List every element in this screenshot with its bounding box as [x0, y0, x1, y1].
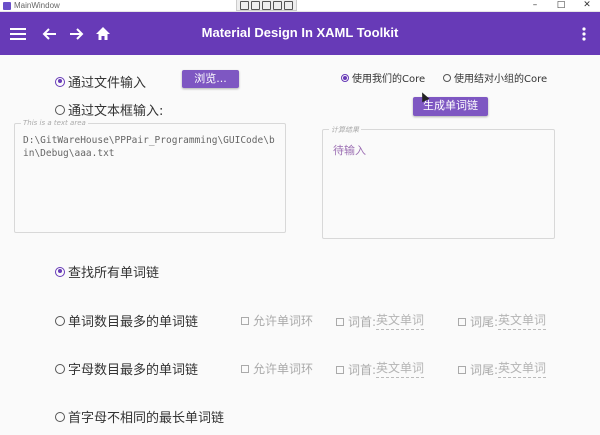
- window-controls: – □ ✕: [522, 0, 600, 11]
- mode-unique-head-radio[interactable]: 首字母不相同的最长单词链: [55, 407, 224, 426]
- tail-word-input[interactable]: 英文单词: [498, 311, 547, 330]
- checkbox-icon[interactable]: [336, 318, 344, 326]
- textarea-hint: This is a text area: [21, 119, 88, 127]
- most-words-head-field[interactable]: 词首: 英文单词: [336, 311, 425, 330]
- checkbox-icon: [241, 316, 249, 325]
- app-icon: [3, 2, 11, 10]
- radio-unchecked-icon: [443, 73, 451, 82]
- mode-most-letters-label: 字母数目最多的单词链: [68, 363, 199, 378]
- radio-checked-icon: [55, 76, 65, 87]
- hot-reload-icon[interactable]: [284, 1, 293, 10]
- result-placeholder: 待输入: [333, 144, 366, 157]
- our-core-label: 使用我们的Core: [352, 74, 426, 85]
- most-words-tail-field[interactable]: 词尾: 英文单词: [458, 311, 547, 330]
- select-element-icon[interactable]: [240, 1, 249, 10]
- partner-core-radio[interactable]: 使用结对小组的Core: [443, 70, 547, 85]
- radio-unchecked-icon: [55, 104, 65, 115]
- mode-unique-head-label: 首字母不相同的最长单词链: [68, 411, 225, 426]
- mode-most-letters-radio[interactable]: 字母数目最多的单词链: [55, 359, 198, 378]
- checkbox-icon: [241, 364, 249, 373]
- track-focus-icon[interactable]: [273, 1, 282, 10]
- allow-loop-label: 允许单词环: [253, 314, 314, 328]
- text-input-label: 通过文本框输入:: [68, 104, 164, 119]
- file-input-radio[interactable]: 通过文件输入: [55, 72, 146, 91]
- mode-all-chains-radio[interactable]: 查找所有单词链: [55, 262, 159, 281]
- close-button[interactable]: ✕: [574, 0, 600, 11]
- minimize-button[interactable]: –: [522, 0, 548, 11]
- head-word-input[interactable]: 英文单词: [376, 311, 425, 330]
- radio-checked-icon: [341, 73, 349, 82]
- result-textarea[interactable]: 计算结果 待输入: [322, 125, 555, 239]
- head-word-input[interactable]: 英文单词: [376, 359, 425, 378]
- camera-icon[interactable]: [262, 1, 271, 10]
- window-title: MainWindow: [14, 1, 60, 10]
- head-label: 词首:: [348, 363, 377, 377]
- head-label: 词首:: [348, 315, 377, 329]
- text-input-radio[interactable]: 通过文本框输入:: [55, 100, 163, 119]
- mode-most-words-radio[interactable]: 单词数目最多的单词链: [55, 311, 198, 330]
- our-core-radio[interactable]: 使用我们的Core: [341, 70, 425, 85]
- mode-all-chains-label: 查找所有单词链: [68, 266, 160, 281]
- mode-most-words-label: 单词数目最多的单词链: [68, 315, 199, 330]
- radio-unchecked-icon: [55, 315, 65, 326]
- maximize-button[interactable]: □: [548, 0, 574, 11]
- tail-word-input[interactable]: 英文单词: [498, 359, 547, 378]
- checkbox-icon[interactable]: [336, 366, 344, 374]
- input-textarea[interactable]: This is a text area D:\GitWareHouse\PPPa…: [14, 119, 286, 233]
- app-title: Material Design In XAML Toolkit: [201, 25, 399, 40]
- more-vert-icon[interactable]: [574, 24, 594, 44]
- radio-checked-icon: [55, 266, 65, 277]
- checkbox-icon[interactable]: [458, 318, 466, 326]
- layout-adorner-icon[interactable]: [251, 1, 260, 10]
- file-input-label: 通过文件输入: [68, 76, 147, 91]
- partner-core-label: 使用结对小组的Core: [454, 74, 548, 85]
- radio-unchecked-icon: [55, 411, 65, 422]
- most-letters-allow-loop-checkbox[interactable]: 允许单词环: [241, 360, 313, 377]
- radio-unchecked-icon: [55, 363, 65, 374]
- most-letters-head-field[interactable]: 词首: 英文单词: [336, 359, 425, 378]
- most-letters-tail-field[interactable]: 词尾: 英文单词: [458, 359, 547, 378]
- tail-label: 词尾:: [470, 363, 499, 377]
- checkbox-icon[interactable]: [458, 366, 466, 374]
- window-titlebar: MainWindow – □ ✕: [0, 0, 600, 12]
- tail-label: 词尾:: [470, 315, 499, 329]
- browse-button[interactable]: 浏览...: [182, 70, 239, 88]
- debug-toolbar: [236, 0, 297, 11]
- most-words-allow-loop-checkbox[interactable]: 允许单词环: [241, 312, 313, 329]
- result-hint: 计算结果: [329, 125, 361, 135]
- textarea-value: D:\GitWareHouse\PPPair_Programming\GUICo…: [23, 135, 275, 159]
- app-bar: Material Design In XAML Toolkit: [0, 12, 600, 55]
- allow-loop-label: 允许单词环: [253, 362, 314, 376]
